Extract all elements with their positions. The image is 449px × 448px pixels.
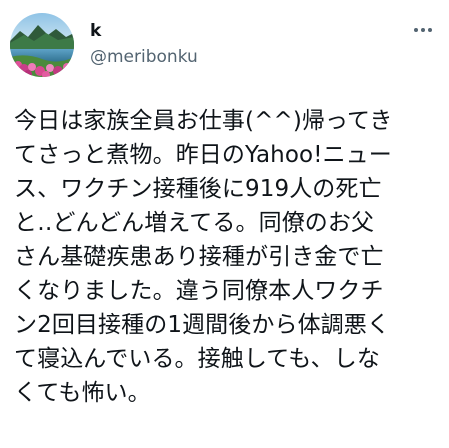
tweet-text-line: さん基礎疾患あり接種が引き金で亡 <box>14 244 384 270</box>
tweet-text-line: 今日は家族全員お仕事(^^)帰ってき <box>14 108 393 134</box>
tweet-text-line: て寝込んでいる。接触しても、しな <box>14 346 380 372</box>
more-options-icon <box>414 28 432 32</box>
tweet-text-line: ン2回目接種の1週間後から体調悪く <box>14 312 390 338</box>
tweet-text-line: と‥どんどん増えてる。同僚のお父 <box>14 210 375 236</box>
avatar[interactable] <box>10 13 74 77</box>
more-options-button[interactable] <box>411 20 435 40</box>
landscape-avatar-icon <box>10 13 74 77</box>
tweet-text: 今日は家族全員お仕事(^^)帰ってき てさっと煮物。昨日のYahoo!ニュー ス… <box>14 104 439 410</box>
tweet-text-line: てさっと煮物。昨日のYahoo!ニュー <box>14 142 392 168</box>
tweet-text-line: くなりました。違う同僚本人ワクチ <box>14 278 384 304</box>
display-name[interactable]: k <box>90 20 101 42</box>
tweet-card: k @meribonku 今日は家族全員お仕事(^^)帰ってき てさっと煮物。昨… <box>0 0 449 448</box>
tweet-text-line: くても怖い。 <box>14 380 151 406</box>
user-handle[interactable]: @meribonku <box>90 46 198 68</box>
tweet-text-line: ス、ワクチン接種後に919人の死亡 <box>14 176 382 202</box>
